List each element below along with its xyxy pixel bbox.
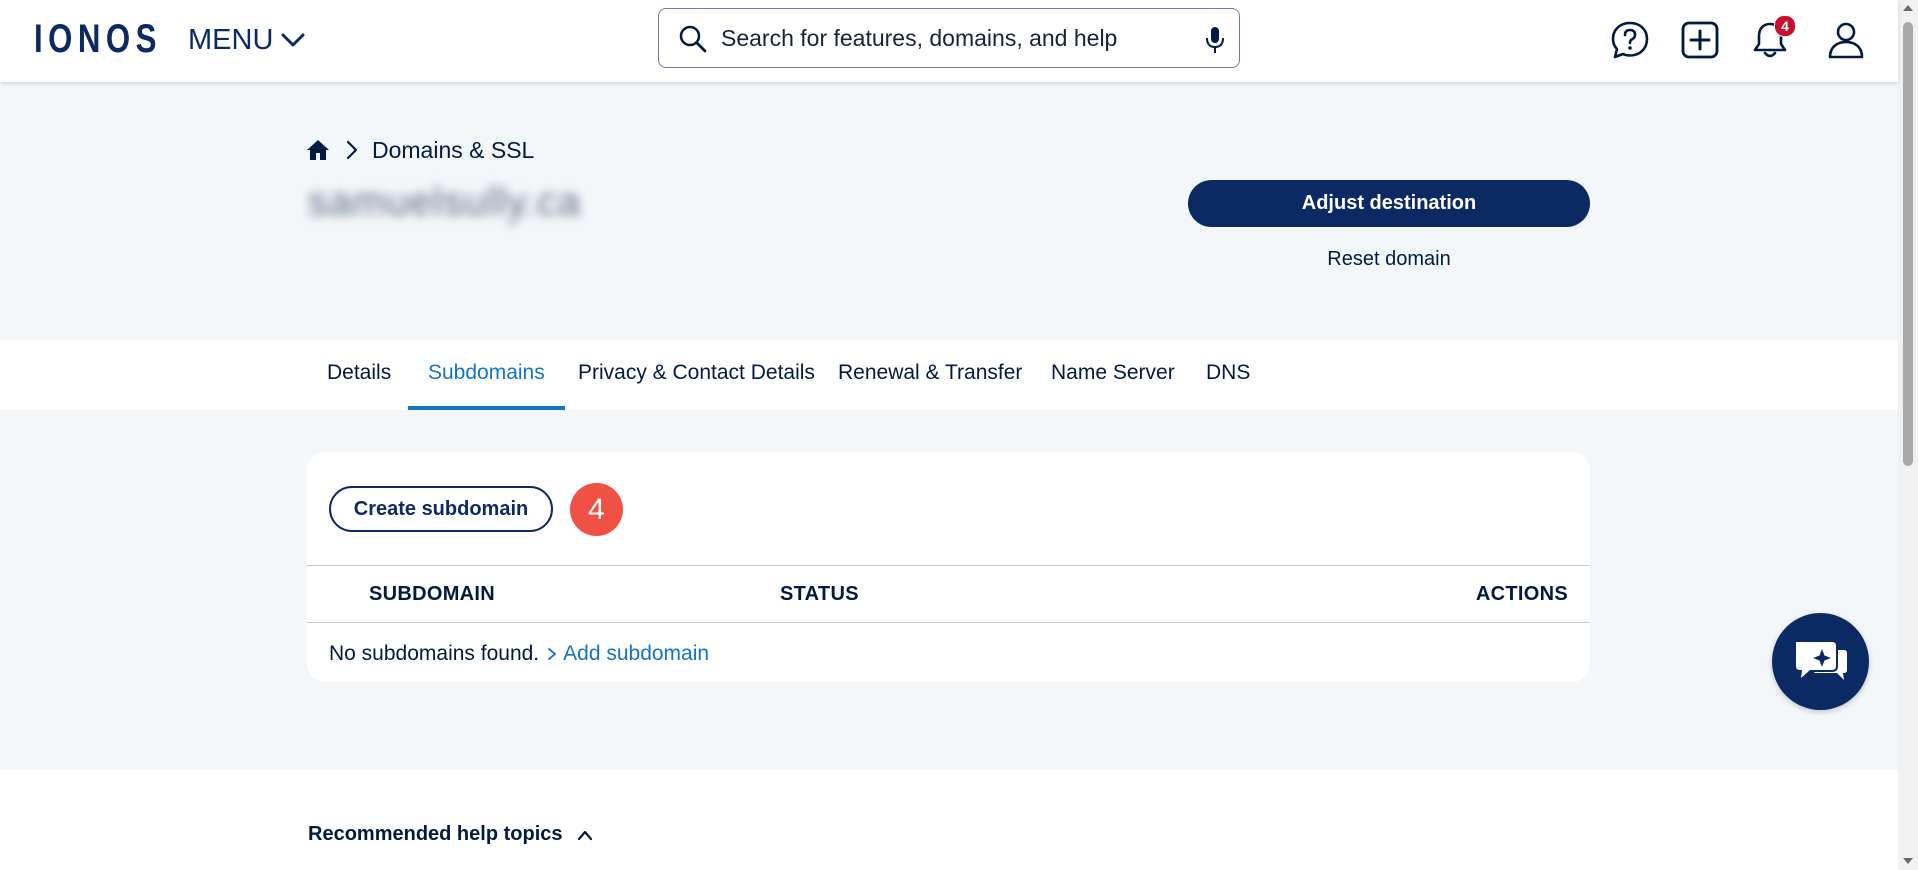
- notification-badge: 4: [1774, 15, 1796, 37]
- menu-button[interactable]: MENU: [188, 22, 305, 58]
- microphone-icon[interactable]: [1205, 26, 1225, 54]
- chevron-down-icon: [281, 33, 305, 47]
- add-icon[interactable]: [1680, 20, 1720, 60]
- breadcrumb: Domains & SSL: [306, 136, 534, 164]
- help-topics-title: Recommended help topics: [308, 823, 563, 845]
- scroll-down-arrow-icon[interactable]: [1903, 858, 1913, 864]
- scrollbar-thumb[interactable]: [1903, 22, 1913, 466]
- domain-tabs: Details Subdomains Privacy & Contact Det…: [0, 340, 1898, 410]
- tab-dns[interactable]: DNS: [1186, 340, 1270, 407]
- table-header: SUBDOMAIN STATUS ACTIONS: [307, 565, 1590, 623]
- tab-name-server[interactable]: Name Server: [1031, 340, 1195, 407]
- search-box: [658, 8, 1240, 68]
- user-icon[interactable]: [1826, 20, 1866, 60]
- step-number-marker: 4: [570, 483, 623, 536]
- chevron-right-icon: [346, 140, 358, 160]
- chat-sparkle-icon: [1795, 641, 1847, 680]
- chat-assistant-button[interactable]: [1772, 613, 1869, 710]
- scroll-up-arrow-icon[interactable]: [1903, 5, 1913, 11]
- adjust-destination-button[interactable]: Adjust destination: [1188, 180, 1590, 227]
- page-scrollbar[interactable]: [1898, 0, 1918, 870]
- search-input[interactable]: [721, 19, 1161, 57]
- column-header-status[interactable]: STATUS: [780, 583, 859, 606]
- chevron-right-icon: [548, 648, 557, 660]
- empty-state-row: No subdomains found. Add subdomain: [329, 642, 709, 666]
- add-subdomain-link[interactable]: Add subdomain: [547, 642, 709, 666]
- column-header-subdomain[interactable]: SUBDOMAIN: [369, 583, 495, 606]
- top-navigation-bar: IONOS MENU 4: [0, 0, 1898, 82]
- menu-label: MENU: [188, 23, 274, 56]
- reset-domain-link[interactable]: Reset domain: [1188, 248, 1590, 271]
- subdomains-card: Create subdomain 4 SUBDOMAIN STATUS ACTI…: [307, 452, 1590, 682]
- help-icon[interactable]: [1610, 20, 1650, 60]
- empty-state-text: No subdomains found.: [329, 642, 540, 665]
- home-icon[interactable]: [306, 139, 330, 161]
- tab-details[interactable]: Details: [307, 340, 411, 407]
- breadcrumb-current[interactable]: Domains & SSL: [372, 137, 534, 164]
- column-header-actions: ACTIONS: [1475, 583, 1568, 605]
- create-subdomain-button[interactable]: Create subdomain: [329, 486, 553, 532]
- ionos-logo[interactable]: IONOS: [34, 18, 162, 60]
- tab-privacy-contact-details[interactable]: Privacy & Contact Details: [558, 340, 835, 407]
- tab-renewal-transfer[interactable]: Renewal & Transfer: [818, 340, 1042, 407]
- chevron-up-icon: [577, 830, 592, 840]
- domain-name-title: samuelsully.ca: [308, 180, 582, 224]
- recommended-help-topics-toggle[interactable]: Recommended help topics: [308, 823, 593, 846]
- tab-subdomains[interactable]: Subdomains: [408, 340, 565, 410]
- page-header-band: [0, 82, 1898, 340]
- add-subdomain-label: Add subdomain: [563, 642, 710, 665]
- search-icon: [679, 25, 707, 53]
